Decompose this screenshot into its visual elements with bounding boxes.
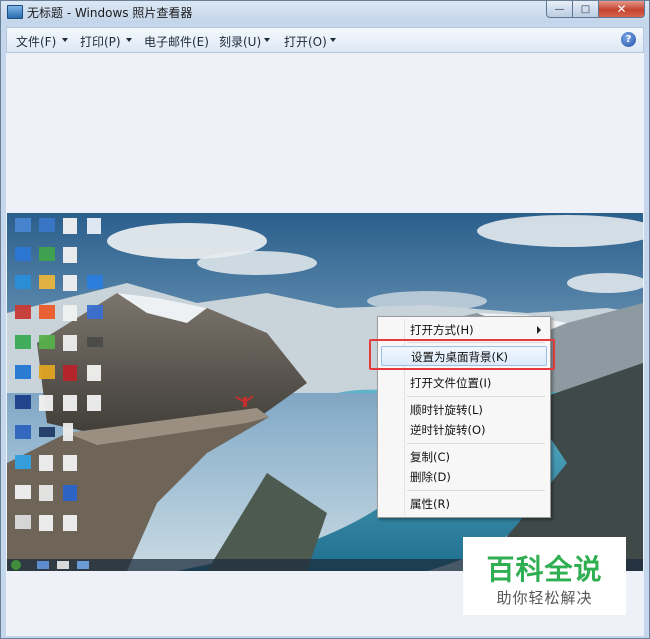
menu-item-label: 复制(C) — [410, 450, 451, 464]
menu-print[interactable]: 打印(P) — [80, 33, 121, 50]
open-dropdown-icon[interactable] — [330, 38, 336, 42]
photo-viewer-app-icon — [7, 5, 23, 19]
close-button[interactable]: ✕ — [599, 1, 645, 18]
menu-open[interactable]: 打开(O) — [284, 33, 327, 50]
command-bar: 文件(F) 打印(P) 电子邮件(E) 刻录(U) 打开(O) ? — [6, 27, 644, 53]
window-controls: — □ ✕ — [546, 1, 645, 19]
menu-item-open-file-location[interactable]: 打开文件位置(I) — [381, 373, 547, 393]
menu-item-rotate-counterclockwise[interactable]: 逆时针旋转(O) — [381, 420, 547, 440]
watermark-subtitle: 助你轻松解决 — [496, 589, 593, 607]
file-dropdown-icon[interactable] — [62, 38, 68, 42]
close-icon: ✕ — [616, 2, 627, 16]
watermark-title: 百科全说 — [486, 553, 603, 586]
minimize-icon: — — [554, 3, 565, 15]
annotation-highlight-box — [369, 339, 555, 370]
menu-burn[interactable]: 刻录(U) — [219, 33, 261, 50]
help-icon[interactable]: ? — [621, 32, 636, 47]
submenu-arrow-icon — [537, 326, 541, 334]
menu-file[interactable]: 文件(F) — [16, 33, 56, 50]
menu-item-label: 打开文件位置(I) — [410, 376, 492, 390]
minimize-button[interactable]: — — [546, 1, 573, 18]
menu-item-label: 删除(D) — [410, 470, 451, 484]
menu-item-label: 顺时针旋转(L) — [410, 403, 483, 417]
maximize-button[interactable]: □ — [573, 1, 599, 18]
menu-item-copy[interactable]: 复制(C) — [381, 447, 547, 467]
menu-item-label: 打开方式(H) — [410, 323, 474, 337]
menu-separator — [407, 396, 545, 397]
window-title: 无标题 - Windows 照片查看器 — [27, 6, 193, 20]
menu-separator — [407, 443, 545, 444]
print-dropdown-icon[interactable] — [126, 38, 132, 42]
menu-separator — [407, 490, 545, 491]
burn-dropdown-icon[interactable] — [264, 38, 270, 42]
menu-item-delete[interactable]: 删除(D) — [381, 467, 547, 487]
menu-item-label: 属性(R) — [410, 497, 450, 511]
menu-item-open-with[interactable]: 打开方式(H) — [381, 320, 547, 340]
watermark-logo: 百科全说 助你轻松解决 — [463, 537, 626, 615]
maximize-icon: □ — [580, 3, 591, 15]
menu-item-label: 逆时针旋转(O) — [410, 423, 486, 437]
menu-email[interactable]: 电子邮件(E) — [144, 33, 209, 50]
menu-item-properties[interactable]: 属性(R) — [381, 494, 547, 514]
title-bar[interactable]: 无标题 - Windows 照片查看器 — □ ✕ — [1, 1, 649, 23]
menu-item-rotate-clockwise[interactable]: 顺时针旋转(L) — [381, 400, 547, 420]
photo-viewer-window: 无标题 - Windows 照片查看器 — □ ✕ 文件(F) 打印(P) 电子… — [0, 0, 650, 639]
